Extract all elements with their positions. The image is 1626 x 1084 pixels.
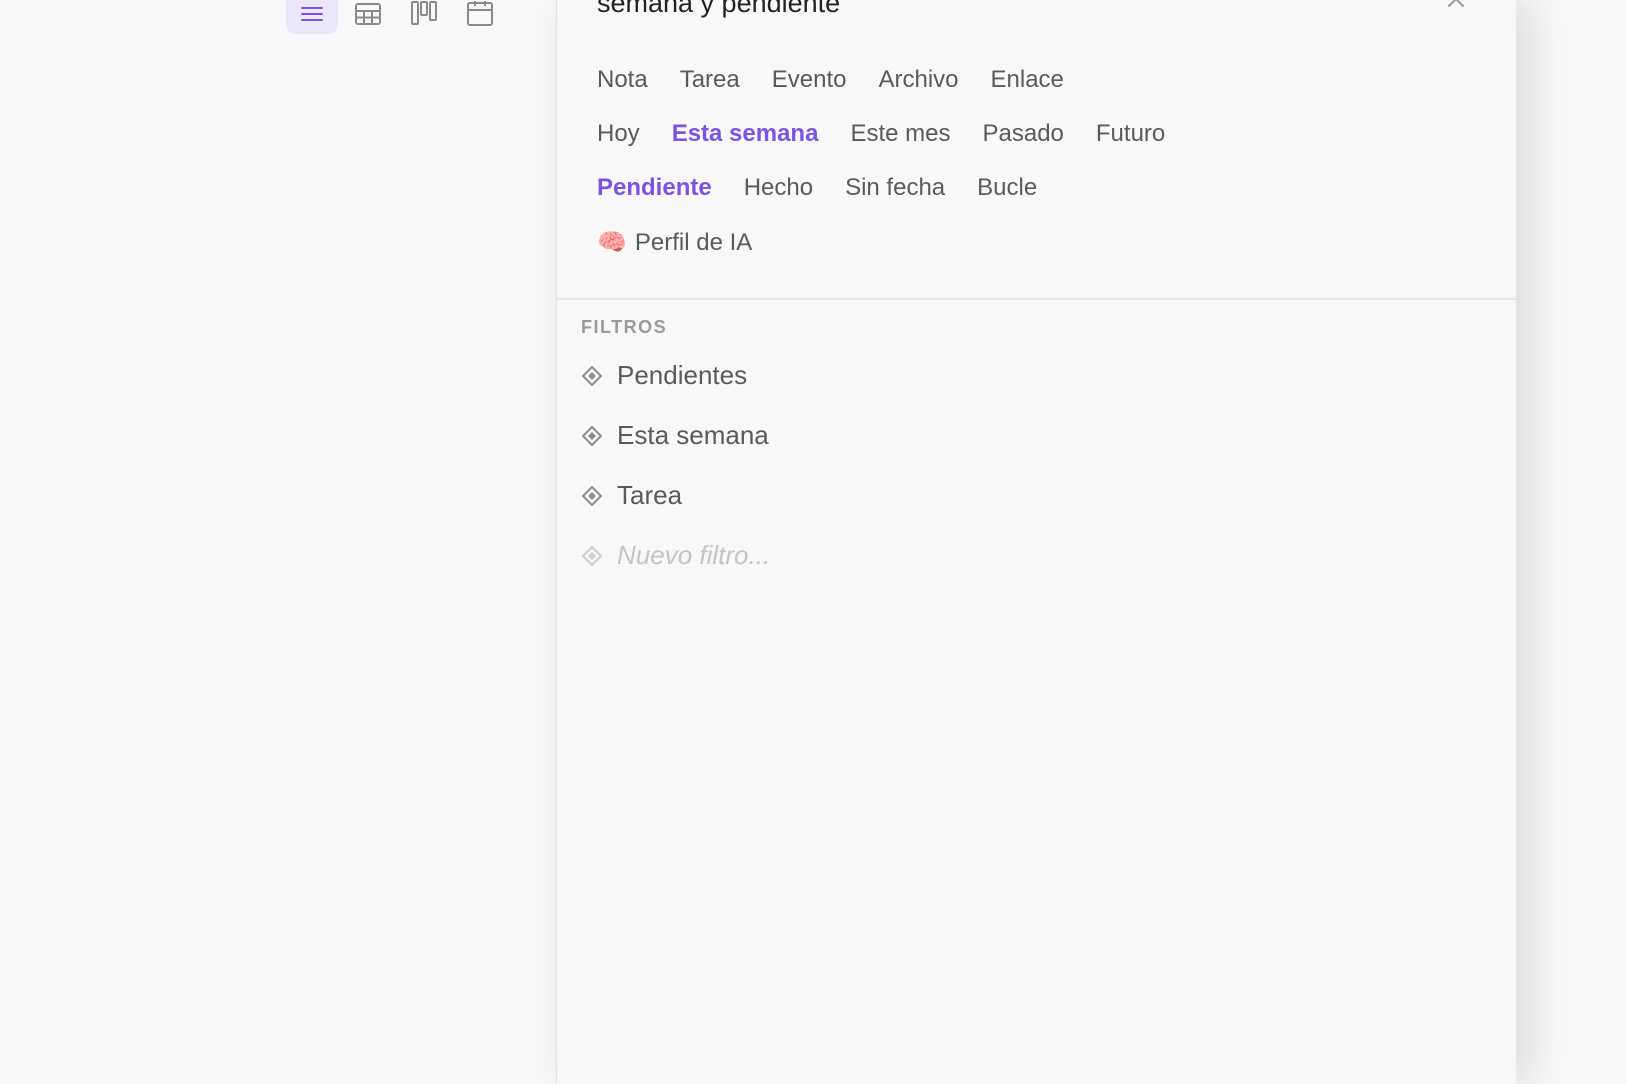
new-filter-placeholder: Nuevo filtro...	[617, 540, 771, 570]
ai-profile-label: Perfil de IA	[634, 229, 753, 256]
status-chips: Pendiente Hecho Sin fecha Bucle	[597, 174, 1037, 202]
chip-evento[interactable]: Evento	[772, 66, 847, 94]
chip-enlace[interactable]: Enlace	[991, 66, 1064, 94]
chip-tarea[interactable]: Tarea	[680, 66, 740, 94]
filter-item-pendientes[interactable]: Pendientes	[581, 360, 747, 391]
filter-panel: semana y pendiente Nota Tarea Evento Arc…	[556, 0, 1516, 1084]
chip-pasado[interactable]: Pasado	[982, 120, 1063, 148]
filter-item-label: Tarea	[617, 480, 683, 510]
chip-futuro[interactable]: Futuro	[1096, 120, 1165, 148]
chip-archivo[interactable]: Archivo	[878, 66, 958, 94]
ai-profile-row: 🧠 Perfil de IA	[597, 228, 752, 257]
divider	[557, 298, 1516, 300]
chip-hoy[interactable]: Hoy	[597, 120, 640, 148]
diamond-icon	[581, 485, 603, 507]
filter-item-label: Pendientes	[617, 360, 748, 390]
filter-item-esta-semana[interactable]: Esta semana	[581, 420, 769, 451]
close-button[interactable]	[1443, 0, 1469, 12]
brain-icon: 🧠	[597, 229, 627, 256]
close-icon	[1448, 0, 1464, 7]
app-window: semana y pendiente Nota Tarea Evento Arc…	[0, 0, 1626, 1084]
chip-bucle[interactable]: Bucle	[977, 174, 1037, 202]
calendar-icon	[467, 1, 493, 26]
diamond-icon	[581, 545, 603, 567]
panel-title: semana y pendiente	[597, 0, 841, 18]
diamond-icon	[581, 365, 603, 387]
filter-item-label: Esta semana	[617, 420, 769, 450]
board-view-button[interactable]	[398, 0, 450, 34]
date-chips: Hoy Esta semana Este mes Pasado Futuro	[597, 120, 1165, 148]
calendar-view-button[interactable]	[454, 0, 506, 34]
chip-pendiente[interactable]: Pendiente	[597, 174, 712, 202]
chip-hecho[interactable]: Hecho	[744, 174, 813, 202]
list-view-button[interactable]	[286, 0, 338, 34]
list-icon	[301, 7, 323, 21]
view-switcher	[286, 0, 506, 34]
chip-sin-fecha[interactable]: Sin fecha	[845, 174, 945, 202]
diamond-icon	[581, 425, 603, 447]
board-icon	[411, 1, 437, 25]
chip-nota[interactable]: Nota	[597, 66, 648, 94]
filters-header: FILTROS	[581, 317, 668, 337]
chip-este-mes[interactable]: Este mes	[850, 120, 950, 148]
new-filter-input[interactable]: Nuevo filtro...	[581, 540, 770, 571]
type-chips: Nota Tarea Evento Archivo Enlace	[597, 66, 1064, 94]
table-icon	[355, 3, 381, 25]
table-view-button[interactable]	[342, 0, 394, 34]
chip-esta-semana[interactable]: Esta semana	[672, 120, 819, 148]
chip-perfil-ia[interactable]: 🧠 Perfil de IA	[597, 228, 752, 257]
filter-item-tarea[interactable]: Tarea	[581, 480, 682, 511]
